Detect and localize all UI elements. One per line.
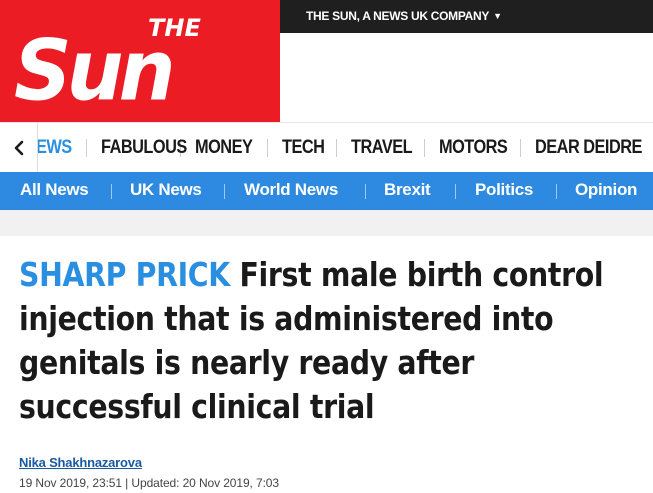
- logo-sun-text: Sun: [14, 22, 176, 120]
- category-brexit[interactable]: Brexit: [384, 180, 431, 200]
- category-opinion[interactable]: Opinion: [575, 180, 637, 200]
- category-divider: [365, 184, 366, 199]
- chevron-left-icon: [14, 140, 23, 155]
- nav-item-travel[interactable]: TRAVEL: [351, 137, 413, 159]
- caret-down-icon: ▼: [493, 11, 502, 21]
- category-divider: [111, 184, 112, 199]
- company-strip: THE SUN, A NEWS UK COMPANY ▼: [280, 0, 653, 33]
- category-divider: [455, 184, 456, 199]
- masthead: THE Sun THE SUN, A NEWS UK COMPANY ▼: [0, 0, 653, 122]
- nav-item-dear-deidre[interactable]: DEAR DEIDRE: [535, 137, 642, 159]
- nav-back-button[interactable]: [0, 123, 38, 172]
- section-nav: EWS FABULOUS MONEY TECH TRAVEL MOTORS DE…: [0, 122, 653, 172]
- publish-dates: 19 Nov 2019, 23:51 | Updated: 20 Nov 201…: [19, 476, 279, 490]
- divider-strip: [0, 210, 653, 236]
- nav-item-tech[interactable]: TECH: [282, 137, 325, 159]
- nav-item-motors[interactable]: MOTORS: [439, 137, 508, 159]
- nav-item-news[interactable]: EWS: [36, 137, 72, 159]
- sun-logo[interactable]: THE Sun: [0, 0, 280, 122]
- nav-item-fabulous[interactable]: FABULOUS: [101, 137, 187, 159]
- company-menu-link[interactable]: THE SUN, A NEWS UK COMPANY ▼: [306, 9, 502, 23]
- section-nav-items: EWS FABULOUS MONEY TECH TRAVEL MOTORS DE…: [36, 123, 651, 172]
- nav-item-money[interactable]: MONEY: [195, 137, 253, 159]
- company-link-label: THE SUN, A NEWS UK COMPANY: [306, 9, 490, 23]
- category-divider: [556, 184, 557, 199]
- category-all-news[interactable]: All News: [20, 180, 89, 200]
- category-world-news[interactable]: World News: [244, 180, 338, 200]
- category-divider: [224, 184, 225, 199]
- category-bar: All News UK News World News Brexit Polit…: [0, 172, 653, 210]
- category-uk-news[interactable]: UK News: [130, 180, 202, 200]
- author-link[interactable]: Nika Shakhnazarova: [19, 455, 142, 470]
- headline-kicker: SHARP PRICK: [19, 255, 230, 294]
- category-politics[interactable]: Politics: [475, 180, 533, 200]
- article-headline: SHARP PRICK First male birth control inj…: [19, 253, 644, 429]
